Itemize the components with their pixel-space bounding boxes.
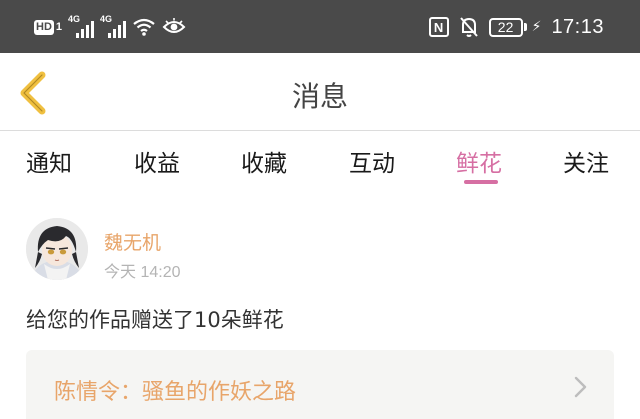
tab-earnings[interactable]: 收益 — [134, 144, 180, 178]
battery-icon: 22 — [488, 17, 527, 37]
signal-icon: 4G — [68, 14, 95, 38]
chevron-right-icon — [574, 376, 587, 398]
eye-icon — [162, 18, 186, 33]
sim-number: 1 — [55, 21, 63, 33]
clock: 17:13 — [551, 15, 604, 38]
avatar-image — [26, 218, 88, 280]
status-icons-left: HD 1 4G 4G — [34, 14, 186, 40]
message-timestamp: 今天 14:20 — [104, 264, 181, 281]
tab-follows[interactable]: 关注 — [563, 144, 609, 178]
signal-icon: 4G — [100, 14, 127, 38]
tab-favorites[interactable]: 收藏 — [241, 144, 287, 178]
tab-bar: 通知 收益 收藏 互动 鲜花 关注 — [0, 132, 640, 194]
active-tab-indicator — [464, 180, 498, 184]
tab-flowers[interactable]: 鲜花 — [456, 144, 502, 178]
work-title: 陈情令：骚鱼的作妖之路 — [54, 380, 297, 405]
message-body: 给您的作品赠送了10朵鲜花 — [26, 308, 284, 332]
status-bar: HD 1 4G 4G N 22 ⚡ 17:13 — [0, 0, 640, 53]
tab-notifications[interactable]: 通知 — [26, 144, 72, 178]
tab-interactions[interactable]: 互动 — [349, 144, 395, 178]
nfc-icon: N — [428, 17, 449, 37]
page-title: 消息 — [291, 80, 348, 113]
mute-bell-icon — [459, 17, 478, 37]
wifi-icon — [133, 18, 155, 36]
battery-level: 22 — [488, 17, 523, 37]
status-icons-right: N 22 ⚡ 17:13 — [428, 13, 604, 41]
charging-bolt-icon: ⚡ — [531, 19, 542, 35]
avatar[interactable] — [26, 218, 88, 280]
sender-name[interactable]: 魏无机 — [104, 228, 161, 255]
work-link-card[interactable]: 陈情令：骚鱼的作妖之路 — [26, 350, 614, 419]
app-header: 消息 — [0, 53, 640, 131]
hd-icon: HD — [34, 19, 54, 35]
